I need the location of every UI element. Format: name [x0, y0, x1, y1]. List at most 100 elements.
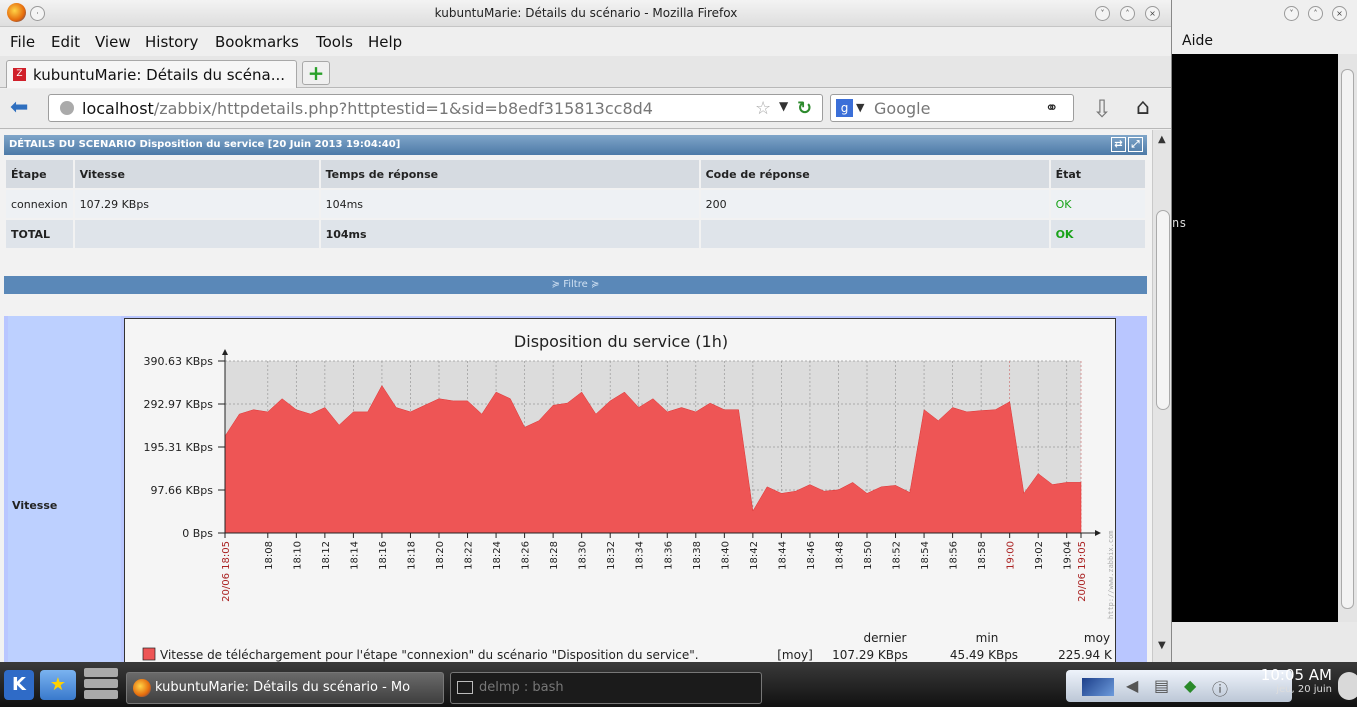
clock[interactable]: 10:05 AM jeu, 20 juin	[1234, 666, 1332, 695]
tab-bar: Z kubuntuMarie: Détails du scéna... +	[0, 56, 1171, 88]
scenario-steps-table: Étape Vitesse Temps de réponse Code de r…	[4, 158, 1147, 250]
kde-menu-icon[interactable]: K	[4, 670, 34, 700]
google-engine-icon[interactable]: g	[836, 99, 853, 117]
terminal-text: ns	[1172, 216, 1187, 230]
tab-zabbix[interactable]: Z kubuntuMarie: Détails du scéna...	[6, 60, 297, 88]
menu-tools[interactable]: Tools	[316, 33, 353, 51]
status-ok: OK	[1050, 220, 1145, 248]
konsole-close-button[interactable]: ×	[1332, 6, 1347, 21]
legend-header-min: min	[976, 631, 999, 645]
panel-toolbox-button[interactable]	[1338, 672, 1357, 700]
reload-icon[interactable]: ↻	[797, 98, 812, 119]
watermark: http://www.zabbix.com	[1107, 530, 1115, 619]
legend-header-avg: moy	[1084, 631, 1110, 645]
column-header: Étape	[6, 160, 73, 188]
desktop-pager[interactable]	[84, 668, 118, 700]
chart-title: Disposition du service (1h)	[514, 332, 728, 351]
task-konsole[interactable]: delmp : bash	[450, 672, 762, 704]
terminal-scrollbar[interactable]	[1338, 54, 1357, 622]
filter-toggle[interactable]: ≽ Filtre ≽	[4, 276, 1147, 294]
konsole-maximize-button[interactable]: ˄	[1308, 6, 1323, 21]
clock-time: 10:05 AM	[1260, 666, 1332, 684]
scenario-header-title: DÉTAILS DU SCENARIO Disposition du servi…	[9, 139, 401, 150]
table-cell: TOTAL	[6, 220, 73, 248]
folder-star-icon[interactable]: ★	[40, 670, 76, 700]
scrollbar-thumb[interactable]	[1341, 69, 1354, 609]
navigation-bar: ⬅ localhost/zabbix/httpdetails.php?httpt…	[0, 89, 1171, 129]
minimize-button[interactable]: ˅	[1095, 6, 1110, 21]
y-tick-label: 390.63 KBps	[144, 355, 214, 368]
x-tick-label: 18:48	[834, 541, 845, 570]
fullscreen-icon[interactable]: ⤢	[1128, 137, 1143, 152]
x-tick-label: 18:34	[635, 541, 646, 570]
y-tick-label: 195.31 KBps	[144, 441, 214, 454]
x-tick-label: 18:18	[406, 541, 417, 570]
back-arrow-icon[interactable]: ⬅	[10, 97, 36, 121]
search-engine-dropdown-icon[interactable]: ▼	[856, 101, 864, 114]
scrollbar-thumb[interactable]	[1156, 210, 1170, 410]
task-firefox[interactable]: kubuntuMarie: Détails du scénario - Mo	[126, 672, 444, 704]
table-cell: connexion	[6, 190, 73, 218]
table-row: connexion 107.29 KBps 104ms 200 OK	[6, 190, 1145, 218]
scroll-down-icon[interactable]: ▼	[1158, 640, 1166, 651]
search-bar[interactable]: g ▼ Google ⚭	[830, 94, 1074, 122]
x-tick-label: 18:40	[720, 541, 731, 570]
legend-value-avg: 225.94 K	[1058, 648, 1113, 662]
task-label: kubuntuMarie: Détails du scénario - Mo	[155, 680, 411, 695]
konsole-menu-help[interactable]: Aide	[1182, 33, 1213, 49]
menu-bookmarks[interactable]: Bookmarks	[215, 33, 299, 51]
menu-history[interactable]: History	[145, 33, 198, 51]
x-tick-label: 18:52	[892, 541, 903, 570]
legend-value-min: 45.49 KBps	[950, 648, 1018, 662]
terminal-icon	[457, 681, 473, 694]
firefox-logo-icon	[133, 678, 151, 697]
site-identity-icon[interactable]	[60, 101, 74, 115]
binoculars-search-icon[interactable]: ⚭	[1045, 98, 1058, 117]
x-tick-label: 18:50	[863, 541, 874, 570]
url-host: localhost	[82, 99, 154, 118]
graph-label-cell: Vitesse	[8, 316, 121, 662]
x-axis-arrow	[1095, 530, 1101, 536]
legend-agg: [moy]	[777, 648, 813, 662]
x-tick-label: 18:24	[492, 541, 503, 570]
menu-view[interactable]: View	[95, 33, 131, 51]
info-icon[interactable]: ⓘ	[1212, 676, 1228, 700]
x-tick-label: 19:00	[1006, 541, 1017, 570]
y-tick-label: 0 Bps	[182, 527, 213, 540]
url-bar[interactable]: localhost/zabbix/httpdetails.php?httptes…	[48, 94, 823, 122]
clipboard-icon[interactable]: ▤	[1154, 676, 1169, 695]
menu-edit[interactable]: Edit	[51, 33, 80, 51]
download-arrow-icon[interactable]: ⇩	[1092, 95, 1112, 123]
search-engine-name: Google	[874, 99, 931, 118]
x-tick-label: 18:38	[692, 541, 703, 570]
firefox-window: · kubuntuMarie: Détails du scénario - Mo…	[0, 0, 1172, 662]
menu-help[interactable]: Help	[368, 33, 402, 51]
network-icon[interactable]	[1082, 678, 1114, 696]
menu-file[interactable]: File	[10, 33, 35, 51]
terminal-area[interactable]: ns	[1172, 54, 1338, 622]
page-scrollbar[interactable]: ▲ ▼	[1152, 130, 1171, 662]
volume-icon[interactable]: ◀	[1126, 676, 1138, 695]
table-cell: 107.29 KBps	[74, 190, 319, 218]
table-cell: 104ms	[320, 220, 699, 248]
scroll-up-icon[interactable]: ▲	[1158, 134, 1166, 145]
x-tick-label: 19:04	[1063, 541, 1074, 570]
bookmark-star-icon[interactable]: ☆	[755, 98, 771, 119]
refresh-toggle-icon[interactable]: ⇄	[1111, 137, 1126, 152]
x-tick-label: 18:28	[549, 541, 560, 570]
legend-header-last: dernier	[864, 631, 907, 645]
konsole-tabbar	[1172, 622, 1357, 662]
menu-bar: File Edit View History Bookmarks Tools H…	[0, 28, 1171, 56]
konsole-window: ˅ ˄ × Aide ns	[1172, 0, 1357, 662]
update-icon[interactable]: ◆	[1184, 676, 1196, 695]
close-button[interactable]: ×	[1145, 6, 1160, 21]
y-tick-label: 97.66 KBps	[151, 484, 214, 497]
x-tick-label: 18:10	[292, 541, 303, 570]
konsole-minimize-button[interactable]: ˅	[1284, 6, 1299, 21]
maximize-button[interactable]: ˄	[1120, 6, 1135, 21]
url-dropdown-icon[interactable]: ▼	[779, 99, 788, 113]
title-bar[interactable]: · kubuntuMarie: Détails du scénario - Mo…	[0, 0, 1171, 27]
new-tab-button[interactable]: +	[302, 61, 330, 85]
table-cell: 104ms	[320, 190, 699, 218]
home-icon[interactable]: ⌂	[1136, 95, 1150, 120]
